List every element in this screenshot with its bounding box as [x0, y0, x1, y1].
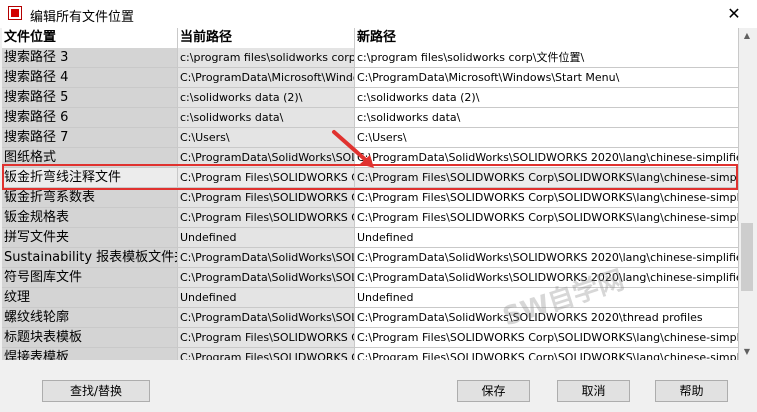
cell-file-location: 纹理: [2, 288, 178, 307]
cell-current-path: c:\solidworks data (2)\: [178, 88, 355, 107]
cell-new-path[interactable]: C:\Program Files\SOLIDWORKS Corp\SOLIDWO…: [355, 188, 739, 207]
grid-header: 文件位置 当前路径 新路径: [2, 28, 739, 49]
cell-current-path: C:\Program Files\SOLIDWORKS Co: [178, 208, 355, 227]
cell-current-path: C:\ProgramData\SolidWorks\SOLI: [178, 248, 355, 267]
cell-current-path: c:\solidworks data\: [178, 108, 355, 127]
cell-file-location: 钣金折弯系数表: [2, 188, 178, 207]
table-row[interactable]: 搜索路径 6 c:\solidworks data\ c:\solidworks d…: [2, 108, 739, 128]
cell-current-path: Undefined: [178, 288, 355, 307]
scroll-thumb[interactable]: [741, 223, 753, 291]
cancel-button[interactable]: 取消: [557, 380, 630, 402]
cell-file-location: 螺纹线轮廓: [2, 308, 178, 327]
cell-file-location: 图纸格式: [2, 148, 178, 167]
table-row[interactable]: 搜索路径 4 C:\ProgramData\Microsoft\Windo C:\P…: [2, 68, 739, 88]
table-row[interactable]: 图纸格式 C:\ProgramData\SolidWorks\SOLI C:\Pro…: [2, 148, 739, 168]
cell-new-path[interactable]: C:\Program Files\SOLIDWORKS Corp\SOLIDWO…: [355, 168, 739, 187]
vertical-scrollbar[interactable]: ▲ ▼: [739, 28, 755, 360]
cell-current-path: C:\Program Files\SOLIDWORKS Co: [178, 168, 355, 187]
column-header-new-path[interactable]: 新路径: [355, 28, 739, 48]
cell-new-path[interactable]: C:\ProgramData\SolidWorks\SOLIDWORKS 202…: [355, 308, 739, 327]
cell-current-path: C:\ProgramData\SolidWorks\SOLI: [178, 268, 355, 287]
cell-new-path[interactable]: C:\Program Files\SOLIDWORKS Corp\SOLIDWO…: [355, 328, 739, 347]
title-bar: 编辑所有文件位置 ✕: [0, 0, 757, 28]
scroll-down-icon[interactable]: ▼: [739, 344, 755, 360]
cell-file-location: 焊接表模板: [2, 348, 178, 360]
solidworks-app-icon: [8, 6, 22, 20]
cell-current-path: C:\ProgramData\Microsoft\Windo: [178, 68, 355, 87]
table-row[interactable]: Sustainability 报表模板文件夹 C:\ProgramData\Sol…: [2, 248, 739, 268]
table-row[interactable]: 符号图库文件 C:\ProgramData\SolidWorks\SOLI C:\P…: [2, 268, 739, 288]
cell-file-location: 搜索路径 3: [2, 48, 178, 67]
help-button[interactable]: 帮助: [655, 380, 728, 402]
cell-file-location: 拼写文件夹: [2, 228, 178, 247]
cell-new-path[interactable]: c:\program files\solidworks corp\文件位置\: [355, 48, 739, 67]
cell-new-path[interactable]: C:\ProgramData\SolidWorks\SOLIDWORKS 202…: [355, 248, 739, 267]
cell-new-path[interactable]: c:\solidworks data\: [355, 108, 739, 127]
table-row[interactable]: 纹理 Undefined Undefined: [2, 288, 739, 308]
table-row[interactable]: 标题块表模板 C:\Program Files\SOLIDWORKS Co C:\P…: [2, 328, 739, 348]
cell-new-path[interactable]: C:\ProgramData\Microsoft\Windows\Start M…: [355, 68, 739, 87]
cell-file-location: 符号图库文件: [2, 268, 178, 287]
table-row[interactable]: 搜索路径 7 C:\Users\ C:\Users\: [2, 128, 739, 148]
cell-new-path[interactable]: C:\Users\: [355, 128, 739, 147]
cell-file-location: 标题块表模板: [2, 328, 178, 347]
cell-current-path: C:\Program Files\SOLIDWORKS Co: [178, 188, 355, 207]
save-button[interactable]: 保存: [457, 380, 530, 402]
table-row[interactable]: 焊接表模板 C:\Program Files\SOLIDWORKS Co C:\Pr…: [2, 348, 739, 360]
cell-new-path[interactable]: C:\ProgramData\SolidWorks\SOLIDWORKS 202…: [355, 148, 739, 167]
cell-current-path: C:\Program Files\SOLIDWORKS Co: [178, 348, 355, 360]
cell-current-path: C:\Users\: [178, 128, 355, 147]
cell-current-path: Undefined: [178, 228, 355, 247]
cell-file-location: Sustainability 报表模板文件夹: [2, 248, 178, 267]
cell-new-path[interactable]: c:\solidworks data (2)\: [355, 88, 739, 107]
grid-rows: 搜索路径 3 c:\program files\solidworks corp\ c…: [2, 48, 739, 360]
cell-file-location: 搜索路径 6: [2, 108, 178, 127]
cell-file-location: 钣金折弯线注释文件: [2, 168, 178, 187]
column-header-current-path[interactable]: 当前路径: [178, 28, 355, 48]
cell-new-path[interactable]: Undefined: [355, 288, 739, 307]
table-row[interactable]: 螺纹线轮廓 C:\ProgramData\SolidWorks\SOLI C:\Pr…: [2, 308, 739, 328]
cell-new-path[interactable]: C:\ProgramData\SolidWorks\SOLIDWORKS 202…: [355, 268, 739, 287]
cell-current-path: C:\ProgramData\SolidWorks\SOLI: [178, 308, 355, 327]
window-title: 编辑所有文件位置: [30, 10, 135, 25]
cell-current-path: C:\ProgramData\SolidWorks\SOLI: [178, 148, 355, 167]
cell-file-location: 搜索路径 7: [2, 128, 178, 147]
cell-current-path: C:\Program Files\SOLIDWORKS Co: [178, 328, 355, 347]
cell-file-location: 搜索路径 5: [2, 88, 178, 107]
table-row[interactable]: 搜索路径 5 c:\solidworks data (2)\ c:\solidwor…: [2, 88, 739, 108]
table-row[interactable]: 搜索路径 3 c:\program files\solidworks corp\ c…: [2, 48, 739, 68]
cell-file-location: 搜索路径 4: [2, 68, 178, 87]
file-locations-grid: 文件位置 当前路径 新路径 搜索路径 3 c:\program files\sol…: [2, 28, 739, 360]
cell-new-path[interactable]: C:\Program Files\SOLIDWORKS Corp\SOLIDWO…: [355, 208, 739, 227]
table-row[interactable]: 钣金规格表 C:\Program Files\SOLIDWORKS Co C:\Pr…: [2, 208, 739, 228]
find-replace-button[interactable]: 查找/替换: [42, 380, 150, 402]
cell-new-path[interactable]: C:\Program Files\SOLIDWORKS Corp\SOLIDWO…: [355, 348, 739, 360]
cell-new-path[interactable]: Undefined: [355, 228, 739, 247]
table-row[interactable]: 拼写文件夹 Undefined Undefined: [2, 228, 739, 248]
close-button[interactable]: ✕: [711, 0, 757, 28]
table-row[interactable]: 钣金折弯线注释文件 C:\Program Files\SOLIDWORKS Co C…: [2, 168, 739, 188]
scroll-up-icon[interactable]: ▲: [739, 28, 755, 44]
cell-current-path: c:\program files\solidworks corp\: [178, 48, 355, 67]
column-header-file-location[interactable]: 文件位置: [2, 28, 178, 48]
table-row[interactable]: 钣金折弯系数表 C:\Program Files\SOLIDWORKS Co C:\…: [2, 188, 739, 208]
cell-file-location: 钣金规格表: [2, 208, 178, 227]
